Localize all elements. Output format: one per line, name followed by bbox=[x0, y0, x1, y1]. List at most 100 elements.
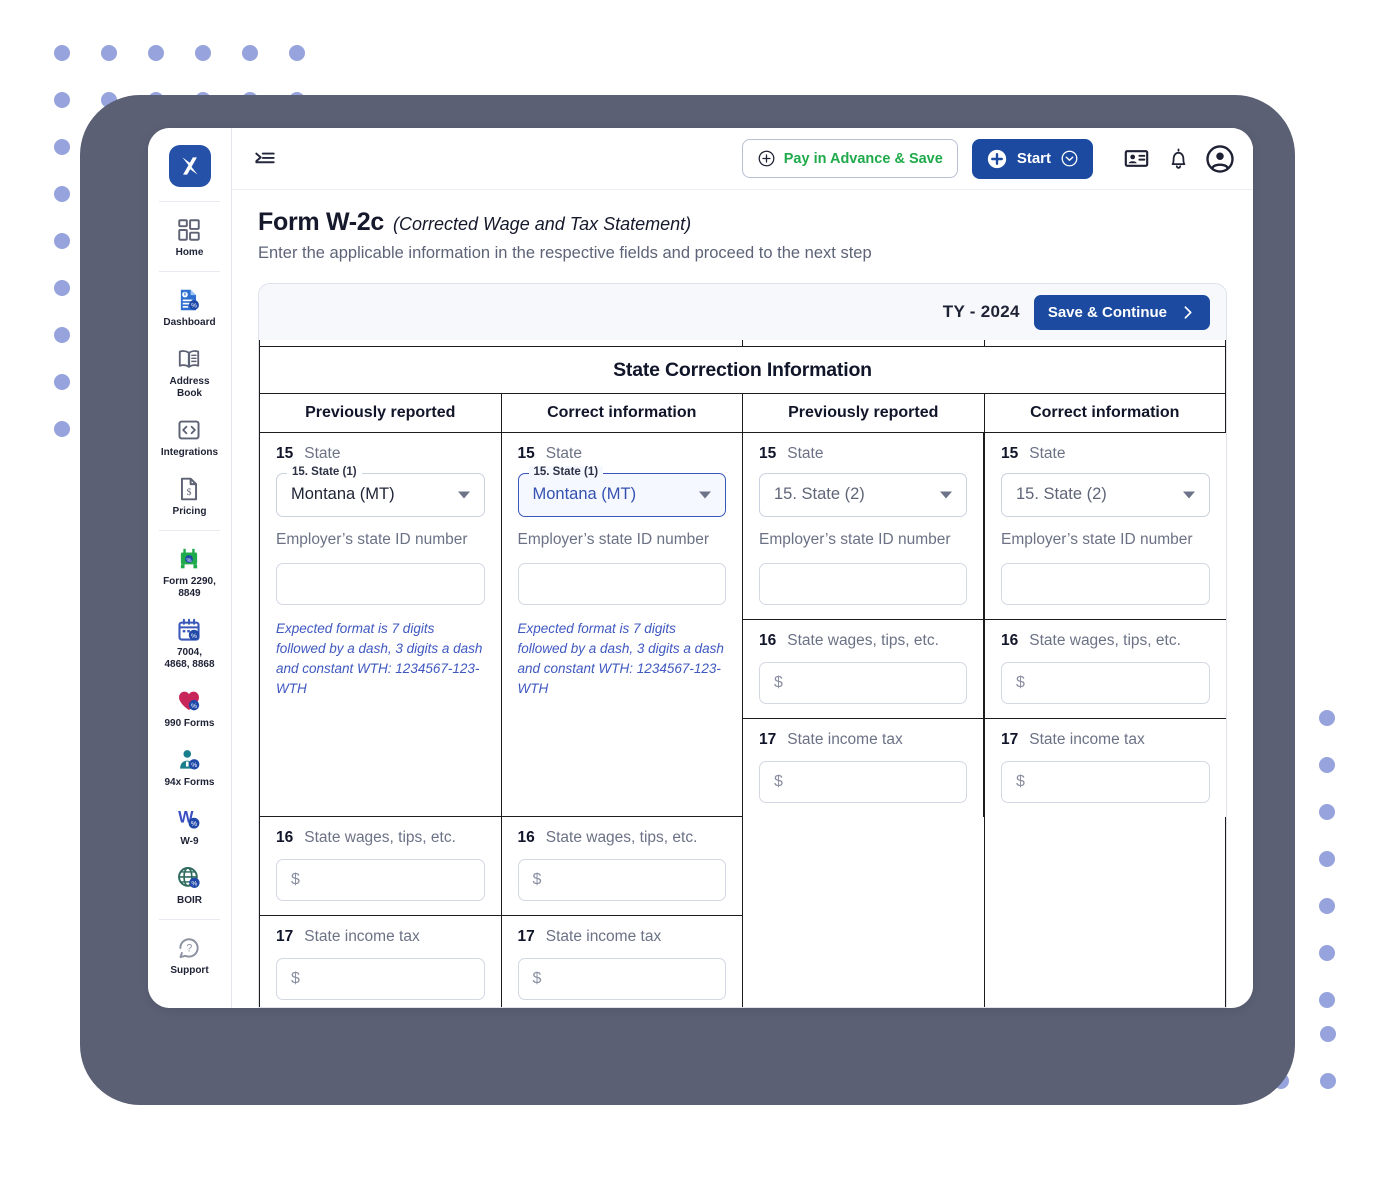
field-label-income-tax: 17 State income tax bbox=[1001, 731, 1210, 749]
cell-income-tax-correct-2: 17 State income tax $ bbox=[984, 717, 1226, 817]
pay-in-advance-button[interactable]: Pay in Advance & Save bbox=[741, 139, 958, 178]
sidebar-group: % Dashboard Address Book Integrations $ Prici… bbox=[158, 271, 221, 530]
state-col-header-1: Correct information bbox=[500, 392, 743, 433]
wages-input-correct-2[interactable]: $ bbox=[1001, 661, 1210, 704]
income-tax-input-correct-2[interactable]: $ bbox=[1001, 760, 1210, 803]
code-brackets-icon bbox=[178, 420, 200, 440]
employer-state-id-input-prev-2[interactable] bbox=[759, 562, 967, 605]
field-label-state-text: State bbox=[787, 444, 824, 462]
chevron-down-icon bbox=[699, 491, 711, 498]
state-select-prev-1[interactable]: 15. State (1) Montana (MT) bbox=[276, 465, 485, 517]
field-label-income-tax-text: State income tax bbox=[1029, 730, 1145, 748]
cell-spacer-prev-2 bbox=[742, 816, 984, 916]
cell-state2-previously-reported-wrap: 15 State 15. State (2) Employer’s state … bbox=[743, 432, 985, 817]
field-number-15: 15 bbox=[759, 444, 777, 462]
logo-x-icon bbox=[181, 157, 198, 175]
chevron-right-icon bbox=[1184, 305, 1192, 319]
help-circle-icon: ? bbox=[179, 938, 200, 959]
employer-state-id-input-correct-1[interactable] bbox=[517, 562, 726, 605]
state-select-correct-1[interactable]: 15. State (1) Montana (MT) bbox=[517, 465, 726, 517]
wages-input-prev-1[interactable]: $ bbox=[276, 859, 485, 901]
price-tag-icon: $ bbox=[181, 477, 198, 501]
save-and-continue-label: Save & Continue bbox=[1047, 303, 1167, 321]
form-scroll-area[interactable]: State Correction Information Previously … bbox=[259, 340, 1226, 1007]
decorative-dot bbox=[54, 374, 70, 390]
account-button[interactable] bbox=[1205, 144, 1235, 174]
state-select-value: Montana (MT) bbox=[532, 485, 637, 503]
start-label: Start bbox=[1016, 150, 1051, 167]
field-number-17: 17 bbox=[759, 730, 777, 748]
svg-text:%: % bbox=[192, 762, 198, 769]
save-and-continue-button[interactable]: Save & Continue bbox=[1033, 294, 1210, 330]
table-row-state-title: State Correction Information bbox=[259, 345, 1226, 394]
contact-card-icon bbox=[1124, 150, 1148, 167]
sidebar-item-home[interactable]: Home bbox=[159, 208, 220, 267]
decorative-dot bbox=[54, 186, 70, 202]
sidebar-item-w-9[interactable]: W% W-9 bbox=[159, 797, 220, 856]
sidebar-item-label: 94x Forms bbox=[164, 777, 215, 788]
start-button[interactable]: Start bbox=[971, 138, 1093, 179]
cell-wages-correct-2: 16 State wages, tips, etc. $ bbox=[984, 618, 1226, 719]
sidebar-item-integrations[interactable]: Integrations bbox=[159, 408, 220, 467]
sidebar-item-label: Address Book bbox=[169, 376, 210, 399]
employer-state-id-input-correct-2[interactable] bbox=[1001, 562, 1210, 605]
notifications-button[interactable] bbox=[1163, 144, 1193, 174]
income-tax-input-prev-1[interactable]: $ bbox=[276, 958, 485, 1000]
income-tax-input-correct-1[interactable]: $ bbox=[517, 958, 726, 1000]
svg-text:%: % bbox=[191, 821, 197, 828]
sidebar-item-address-book[interactable]: Address Book bbox=[159, 337, 220, 408]
cell-income-tax-prev-1: 17 State income tax $ bbox=[259, 915, 502, 1007]
sidebar-item-94x-forms[interactable]: % 94x Forms bbox=[159, 738, 220, 797]
plus-circle-icon bbox=[758, 150, 775, 167]
income-tax-input-prev-2[interactable]: $ bbox=[759, 760, 967, 803]
field-number-16: 16 bbox=[759, 631, 777, 649]
page-header: Form W-2c (Corrected Wage and Tax Statem… bbox=[232, 190, 1253, 275]
app-logo[interactable] bbox=[168, 145, 211, 187]
decorative-dot bbox=[1319, 757, 1335, 773]
sidebar-item-label: 990 Forms bbox=[164, 718, 215, 729]
field-label-wages-text: State wages, tips, etc. bbox=[1029, 631, 1181, 649]
sidebar-item-label: 7004, 4868, 8868 bbox=[164, 647, 215, 670]
sidebar-item-label: Integrations bbox=[160, 447, 219, 458]
collapse-sidebar-icon[interactable] bbox=[252, 146, 278, 172]
field-number-17: 17 bbox=[276, 928, 294, 945]
decorative-dot bbox=[195, 45, 211, 61]
sidebar-item-form-2290-8849[interactable]: % Form 2290, 8849 bbox=[159, 537, 220, 608]
sidebar-item-990-forms[interactable]: % 990 Forms bbox=[159, 679, 220, 738]
contact-card-button[interactable] bbox=[1121, 144, 1151, 174]
state-select-correct-2[interactable]: 15. State (2) bbox=[1001, 472, 1210, 517]
decorative-dot bbox=[54, 233, 70, 249]
page-description: Enter the applicable information in the … bbox=[258, 244, 872, 262]
sidebar-item-label: Dashboard bbox=[163, 317, 216, 328]
sidebar-item-dashboard[interactable]: % Dashboard bbox=[159, 278, 220, 337]
cell-spacer-correct-2-b bbox=[983, 915, 1226, 1007]
sidebar-item-support[interactable]: ? Support bbox=[159, 926, 220, 985]
table-row-state-body: 15 State 15. State (1) Montana (MT) Empl… bbox=[259, 431, 1226, 817]
state2-prev-inner-table: 15 State 15. State (2) Employer’s state … bbox=[743, 432, 984, 817]
sidebar-item-list: Home% Dashboard Address Book Integrations $ P… bbox=[158, 201, 221, 989]
cell-state2-previously-reported: 15 State 15. State (2) Employer’s state … bbox=[743, 432, 984, 620]
sidebar-item-pricing[interactable]: $ Pricing bbox=[159, 467, 220, 526]
field-label-wages-text: State wages, tips, etc. bbox=[787, 631, 939, 649]
state-select-value: Montana (MT) bbox=[291, 485, 395, 503]
state-select-prev-2[interactable]: 15. State (2) bbox=[759, 472, 967, 517]
table-row-income-tax-state1: 17 State income tax $ 17 State income ta… bbox=[259, 915, 1226, 1007]
sidebar-item-boir[interactable]: % BOIR bbox=[159, 856, 220, 915]
employer-state-id-input-prev-1[interactable] bbox=[276, 562, 485, 605]
sidebar-item-7004-4868-8868[interactable]: % 7004, 4868, 8868 bbox=[159, 608, 220, 679]
sidebar-item-label: W-9 bbox=[180, 836, 199, 847]
document-dashboard-icon: % bbox=[181, 289, 200, 311]
table-row-state-headers: Previously reported Correct information … bbox=[259, 392, 1226, 433]
wages-input-correct-1[interactable]: $ bbox=[517, 859, 726, 901]
state-select-placeholder: 15. State (2) bbox=[1016, 485, 1107, 503]
state-col-header-0: Previously reported bbox=[259, 392, 502, 433]
field-number-16: 16 bbox=[1001, 631, 1019, 649]
decorative-dot bbox=[54, 421, 70, 437]
address-book-icon bbox=[179, 350, 200, 368]
bell-icon bbox=[1171, 148, 1185, 169]
w-letter-icon: W% bbox=[179, 808, 200, 829]
state-select-legend: 15. State (1) bbox=[528, 465, 604, 478]
wages-input-prev-2[interactable]: $ bbox=[759, 661, 967, 704]
field-number-16: 16 bbox=[517, 829, 535, 846]
cell-income-tax-correct-1: 17 State income tax $ bbox=[500, 915, 743, 1007]
